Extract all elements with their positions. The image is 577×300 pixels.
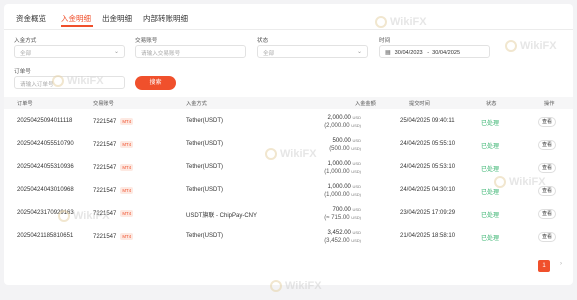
date-range-picker[interactable]: ▦ 30/04/2023 -30/04/2025 (379, 45, 490, 58)
header-order-number: 订单号 (17, 101, 33, 107)
chevron-down-icon: ⌄ (356, 49, 362, 55)
view-button[interactable]: 查看 (538, 140, 556, 150)
account-placeholder: 请输入交易账号 (141, 51, 181, 57)
deposit-method-value: 全部 (20, 51, 32, 57)
order-number: 20250421185810651 (17, 233, 74, 239)
date-to: 30/04/2025 (432, 50, 461, 56)
table-row: 20250424055310936 7221547 MT4 Tether(USDT… (4, 157, 573, 180)
watermark-logo: WikiFX (52, 75, 104, 88)
order-number: 20250425094011118 (17, 118, 73, 124)
watermark-logo: WikiFX (505, 40, 557, 53)
submit-time: 21/04/2025 18:58:10 (400, 233, 456, 239)
platform-badge: MT4 (120, 141, 134, 148)
table-row: 20250425094011118 7221547 MT4 Tether(USDT… (4, 111, 573, 134)
tab-deposit-details[interactable]: 入金明细 (61, 13, 91, 24)
active-tab-indicator (61, 25, 93, 27)
order-number-label: 订单号 (14, 69, 31, 75)
deposit-method: Tether(USDT) (186, 141, 224, 147)
status-badge: 已处理 (481, 121, 500, 127)
platform-badge: MT4 (120, 118, 134, 125)
tab-withdrawal-details[interactable]: 出金明细 (102, 13, 132, 24)
order-number-placeholder: 请输入订单号 (20, 82, 54, 88)
header-account: 交易账号 (93, 101, 114, 107)
deposit-amount: 700.00 USD (≈ 715.00 USD) (324, 207, 361, 221)
date-from: 30/04/2023 (394, 50, 423, 56)
deposit-amount: 2,000.00 USD (2,000.00 USD) (324, 115, 361, 129)
date-separator: - (427, 50, 430, 56)
platform-badge: MT4 (120, 233, 134, 240)
submit-time: 23/04/2025 17:09:29 (400, 210, 456, 216)
view-button[interactable]: 查看 (538, 117, 556, 127)
account-number: 7221547 MT4 (93, 187, 134, 195)
platform-badge: MT4 (120, 187, 134, 194)
deposit-method: USDT旗联 - ChipPay-CNY (186, 213, 258, 219)
pagination-next-icon[interactable]: › (560, 261, 562, 267)
deposit-amount: 1,000.00 USD (1,000.00 USD) (324, 161, 361, 175)
deposit-method: Tether(USDT) (186, 187, 224, 193)
header-amount: 入金金额 (355, 101, 376, 107)
deposit-amount: 1,000.00 USD (1,000.00 USD) (324, 184, 361, 198)
tab-fund-overview[interactable]: 资金概览 (16, 13, 46, 24)
platform-badge: MT4 (120, 210, 134, 217)
order-number: 20250424043010968 (17, 187, 74, 193)
header-deposit-method: 入金方式 (186, 101, 207, 107)
search-button[interactable]: 搜索 (135, 76, 176, 90)
submit-time: 24/04/2025 05:53:10 (400, 164, 456, 170)
chevron-down-icon: ⌄ (113, 49, 119, 55)
watermark-logo: WikiFX (494, 176, 546, 189)
deposit-amount: 3,452.00 USD (3,452.00 USD) (324, 230, 361, 244)
status-badge: 已处理 (481, 236, 500, 242)
status-badge: 已处理 (481, 144, 500, 150)
table-row: 20250424043010968 7221547 MT4 Tether(USDT… (4, 180, 573, 203)
status-badge: 已处理 (481, 167, 500, 173)
status-value: 全部 (263, 51, 275, 57)
submit-time: 25/04/2025 09:40:11 (400, 118, 455, 124)
tab-internal-transfer-details[interactable]: 内部转账明细 (143, 13, 188, 24)
table-header: 订单号 交易账号 入金方式 入金金额 提交时间 状态 操作 (4, 97, 573, 109)
deposit-method: Tether(USDT) (186, 233, 224, 239)
watermark-logo: WikiFX (375, 16, 427, 29)
account-number: 7221547 MT4 (93, 118, 134, 126)
status-badge: 已处理 (481, 190, 500, 196)
submit-time: 24/04/2025 05:55:10 (400, 141, 456, 147)
view-button[interactable]: 查看 (538, 163, 556, 173)
header-submit-time: 提交时间 (409, 101, 430, 107)
time-label: 时间 (379, 38, 391, 44)
status-badge: 已处理 (481, 213, 500, 219)
status-label: 状态 (257, 38, 269, 44)
watermark-logo: WikiFX (58, 210, 110, 223)
deposit-method-label: 入金方式 (14, 38, 37, 44)
status-select[interactable]: 全部 ⌄ (257, 45, 368, 58)
platform-badge: MT4 (120, 164, 134, 171)
tab-divider (4, 29, 573, 30)
pagination-page-current[interactable]: 1 (538, 260, 550, 272)
account-label: 交易账号 (135, 38, 158, 44)
view-button[interactable]: 查看 (538, 209, 556, 219)
header-status: 状态 (486, 101, 497, 107)
watermark-logo: WikiFX (270, 280, 322, 293)
order-number: 20250424055310936 (17, 164, 74, 170)
deposit-method: Tether(USDT) (186, 164, 224, 170)
calendar-icon: ▦ (385, 50, 391, 56)
watermark-logo: WikiFX (265, 148, 317, 161)
account-input[interactable]: 请输入交易账号 (135, 45, 246, 58)
deposit-method-select[interactable]: 全部 ⌄ (14, 45, 125, 58)
account-number: 7221547 MT4 (93, 233, 134, 241)
account-number: 7221547 MT4 (93, 141, 134, 149)
header-action: 操作 (544, 101, 555, 107)
view-button[interactable]: 查看 (538, 232, 556, 242)
table-row: 20250421185810651 7221547 MT4 Tether(USDT… (4, 226, 573, 249)
account-number: 7221547 MT4 (93, 164, 134, 172)
deposit-method: Tether(USDT) (186, 118, 224, 124)
submit-time: 24/04/2025 04:30:10 (400, 187, 456, 193)
order-number: 20250424055510790 (17, 141, 74, 147)
